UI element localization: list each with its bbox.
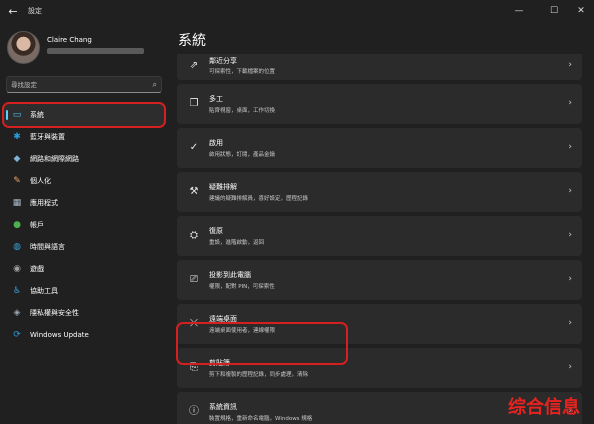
chevron-right-icon: › [568, 318, 572, 328]
chevron-right-icon: › [568, 362, 572, 372]
setting-card-project[interactable]: ⎚ 投影到此電腦權限，配對 PIN，可探索性 › [177, 260, 582, 300]
setting-description: 可探索性，下載檔案的位置 [209, 69, 276, 75]
setting-description: 權限，配對 PIN，可探索性 [209, 284, 275, 290]
chevron-right-icon: › [568, 60, 572, 70]
info-icon: ⓘ [189, 406, 199, 417]
sidebar-item-label: 遊戲 [30, 265, 44, 273]
account-icon: ● [13, 220, 21, 230]
sidebar-item-label: 隱私權與安全性 [30, 309, 79, 317]
sidebar-item-9[interactable]: ◈ 隱私權與安全性 [4, 302, 164, 324]
setting-card-share[interactable]: ⇗ 鄰近分享可探索性，下載檔案的位置 › [177, 54, 582, 80]
selection-indicator [6, 110, 8, 120]
sidebar-item-label: 個人化 [30, 177, 51, 185]
shield-icon: ◈ [13, 308, 21, 318]
setting-title: 疑難排解 [209, 183, 237, 191]
sidebar-item-4[interactable]: ▦ 應用程式 [4, 192, 164, 214]
close-button[interactable]: ✕ [566, 0, 594, 22]
sidebar-nav: ▭ 系統 ✱ 藍牙與裝置 ◆ 網路和網際網路 ✎ 個人化 ▦ 應用程式 ● 帳戶 ◍ 時間與語言 ◉ 遊戲 ♿ 協… [2, 102, 166, 346]
back-arrow-icon[interactable]: ← [3, 1, 23, 21]
setting-description: 建議的疑難排解員，喜好設定，歷程記錄 [209, 196, 309, 202]
sidebar-item-8[interactable]: ♿ 協助工具 [4, 280, 164, 302]
setting-card-recovery[interactable]: ⛭ 復原重設，進階啟動，返回 › [177, 216, 582, 256]
wrench-icon: ⚒ [189, 186, 199, 197]
user-email-redacted [47, 48, 144, 54]
chevron-right-icon: › [568, 274, 572, 284]
globe-icon: ◍ [13, 242, 21, 252]
sidebar-item-6[interactable]: ◍ 時間與語言 [4, 236, 164, 258]
share-icon: ⇗ [189, 60, 199, 71]
settings-list: ⇗ 鄰近分享可探索性，下載檔案的位置 › ❐ 多工貼齊視窗，桌面，工作切換 › ✓ 啟用啟用狀… [177, 54, 582, 424]
setting-title: 啟用 [209, 139, 223, 147]
brush-icon: ✎ [13, 176, 21, 186]
sidebar-item-label: 協助工具 [30, 287, 58, 295]
bluetooth-icon: ✱ [13, 132, 21, 142]
apps-icon: ▦ [12, 198, 22, 208]
maximize-button[interactable]: ☐ [539, 0, 569, 22]
search-input[interactable] [11, 79, 141, 90]
chevron-right-icon: › [568, 142, 572, 152]
watermark: 综合信息 [508, 397, 580, 418]
accessibility-icon: ♿ [12, 286, 22, 296]
sidebar-item-10[interactable]: ⟳ Windows Update [4, 324, 164, 346]
search-icon: ⌕ [152, 80, 157, 89]
setting-card-check-circle[interactable]: ✓ 啟用啟用狀態，訂閱，產品金鑰 › [177, 128, 582, 168]
gamepad-icon: ◉ [13, 264, 21, 274]
chevron-right-icon: › [568, 98, 572, 108]
sidebar-item-label: 網路和網際網路 [30, 155, 79, 163]
chevron-right-icon: › [568, 230, 572, 240]
user-name: Claire Chang [47, 36, 92, 44]
setting-title: 復原 [209, 227, 223, 235]
setting-description: 啟用狀態，訂閱，產品金鑰 [209, 152, 276, 158]
sidebar-item-1[interactable]: ✱ 藍牙與裝置 [4, 126, 164, 148]
project-icon: ⎚ [190, 274, 198, 285]
sidebar-item-label: 系統 [30, 111, 44, 119]
sidebar-item-2[interactable]: ◆ 網路和網際網路 [4, 148, 164, 170]
setting-description: 貼齊視窗，桌面，工作切換 [209, 108, 276, 114]
avatar [7, 31, 40, 64]
search-box[interactable]: ⌕ [6, 76, 162, 93]
sidebar-item-3[interactable]: ✎ 個人化 [4, 170, 164, 192]
chevron-right-icon: › [568, 186, 572, 196]
sidebar-item-label: 帳戶 [30, 221, 44, 229]
sidebar-item-label: 藍牙與裝置 [30, 133, 65, 141]
setting-title: 多工 [209, 95, 223, 103]
recovery-icon: ⛭ [190, 230, 198, 241]
setting-title: 系統資訊 [209, 403, 237, 411]
user-profile[interactable]: Claire Chang [7, 28, 177, 68]
sidebar-item-label: 應用程式 [30, 199, 58, 207]
sidebar-item-label: 時間與語言 [30, 243, 65, 251]
setting-description: 重設，進階啟動，返回 [209, 240, 265, 246]
setting-title: 投影到此電腦 [209, 271, 251, 279]
check-circle-icon: ✓ [189, 142, 199, 153]
sidebar-item-0[interactable]: ▭ 系統 [2, 102, 166, 128]
update-icon: ⟳ [13, 330, 21, 340]
clipboard-highlight-box [176, 322, 348, 365]
network-icon: ◆ [13, 154, 21, 164]
multitask-icon: ❐ [189, 98, 199, 109]
minimize-button[interactable]: — [504, 0, 534, 22]
setting-description: 裝置規格，重新命名電腦，Windows 規格 [209, 416, 313, 422]
app-title: 設定 [28, 7, 42, 15]
setting-title: 鄰近分享 [209, 57, 237, 65]
display-icon: ▭ [12, 110, 22, 120]
sidebar-item-label: Windows Update [30, 331, 89, 339]
sidebar-item-7[interactable]: ◉ 遊戲 [4, 258, 164, 280]
setting-card-multitask[interactable]: ❐ 多工貼齊視窗，桌面，工作切換 › [177, 84, 582, 124]
setting-description: 剪下和複製的歷程記錄，同步處理，清除 [209, 372, 309, 378]
sidebar-item-5[interactable]: ● 帳戶 [4, 214, 164, 236]
setting-card-wrench[interactable]: ⚒ 疑難排解建議的疑難排解員，喜好設定，歷程記錄 › [177, 172, 582, 212]
page-title: 系統 [178, 33, 206, 49]
